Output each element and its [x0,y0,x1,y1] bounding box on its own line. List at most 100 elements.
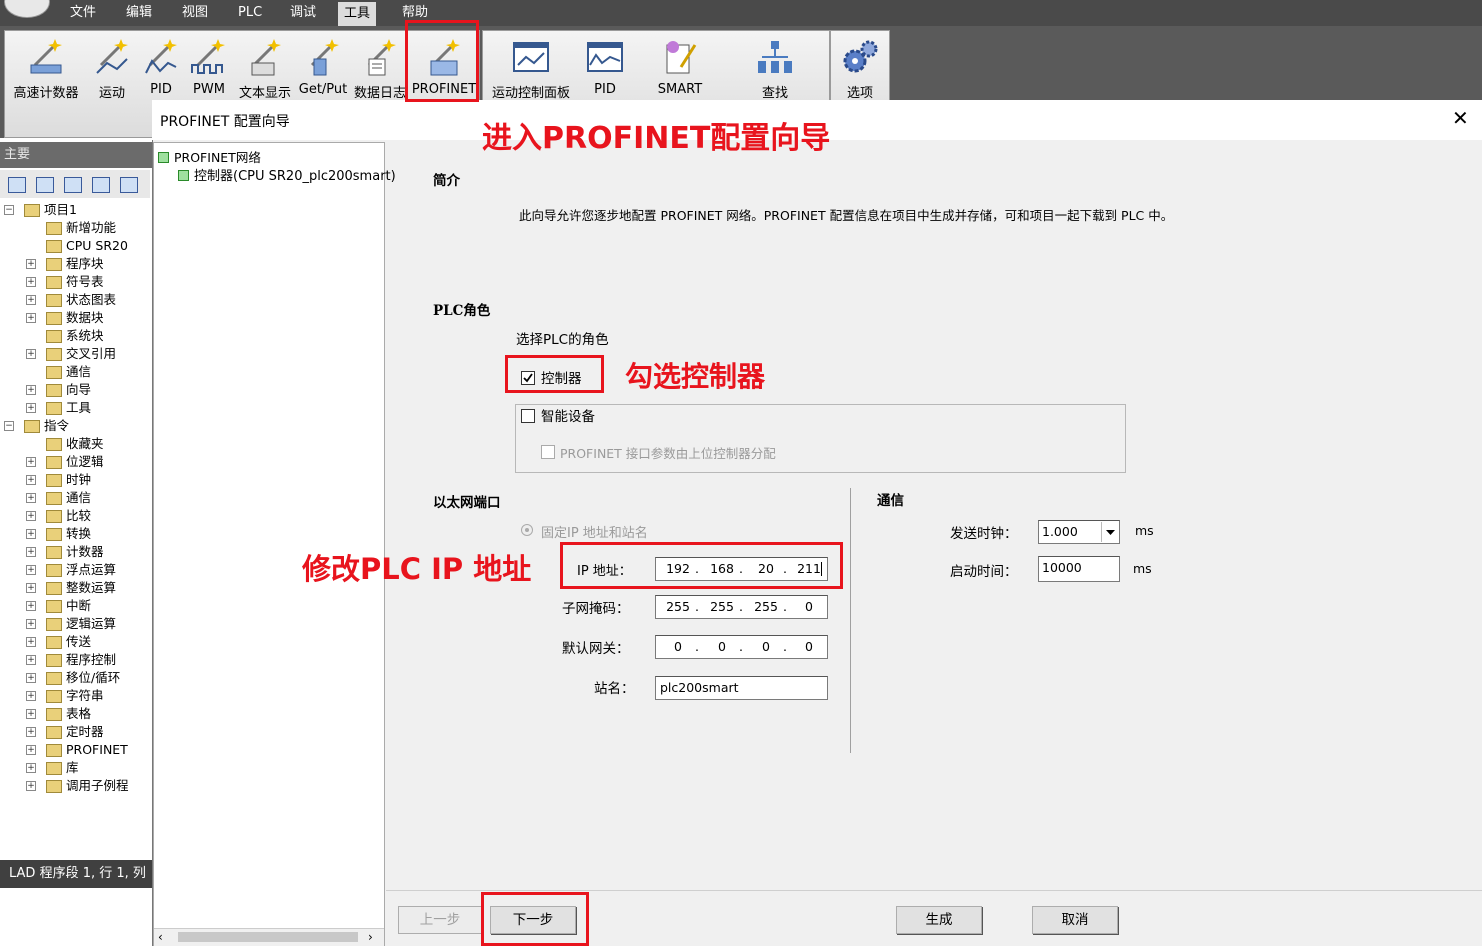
fixed-ip-radio[interactable] [521,524,533,536]
tree-item[interactable]: + 字符串 [0,687,150,705]
tree-item[interactable]: + 转换 [0,525,150,543]
tree-item[interactable]: + 位逻辑 [0,453,150,471]
smart-drive-button[interactable]: SMART [635,33,725,103]
smart-device-label[interactable]: 智能设备 [541,405,595,425]
expand-icon[interactable]: + [26,385,36,395]
view-icon[interactable] [8,177,26,193]
expand-icon[interactable]: + [26,673,36,683]
tree-item[interactable]: 系统块 [0,327,150,345]
expand-icon[interactable]: + [26,547,36,557]
tree-item[interactable]: + 中断 [0,597,150,615]
tree-item[interactable]: + 程序控制 [0,651,150,669]
tree-item[interactable]: + 工具 [0,399,150,417]
tree-item[interactable]: + 移位/循环 [0,669,150,687]
scroll-right-icon[interactable]: › [368,930,373,944]
expand-icon[interactable]: + [26,655,36,665]
tree-item[interactable]: + PROFINET [0,741,150,759]
tree-item[interactable]: + 交叉引用 [0,345,150,363]
smart-device-checkbox[interactable] [521,409,535,423]
tree-item[interactable]: + 通信 [0,489,150,507]
expand-icon[interactable]: + [26,475,36,485]
generate-button[interactable]: 生成 [896,906,982,934]
gateway-field[interactable]: 0. 0. 0. 0 [655,635,828,659]
expand-icon[interactable]: + [26,403,36,413]
collapse-icon[interactable]: − [4,205,14,215]
close-icon[interactable]: ✕ [1452,108,1469,128]
expand-icon[interactable]: + [26,493,36,503]
expand-icon[interactable]: + [26,457,36,467]
tree-item[interactable]: − 项目1 [0,201,150,219]
tree-item[interactable]: + 计数器 [0,543,150,561]
expand-icon[interactable]: + [26,637,36,647]
grid-icon[interactable] [92,177,110,193]
expand-icon[interactable]: + [26,781,36,791]
menu-plc[interactable]: PLC [232,3,268,23]
find-device-button[interactable]: 查找 [729,33,821,103]
startup-time-field[interactable]: 10000 [1038,556,1120,582]
pid-panel-button[interactable]: PID [579,33,631,103]
tree-item[interactable]: + 浮点运算 [0,561,150,579]
expand-icon[interactable]: + [26,259,36,269]
expand-icon[interactable]: + [26,601,36,611]
tree-item[interactable]: + 表格 [0,705,150,723]
menu-tools[interactable]: 工具 [338,2,377,26]
getput-wizard-button[interactable]: Get/Put [295,33,351,103]
tree-item[interactable]: + 整数运算 [0,579,150,597]
pid-wizard-button[interactable]: PID [139,33,183,103]
hsc-wizard-button[interactable]: 高速计数器 [7,33,85,103]
menu-view[interactable]: 视图 [176,3,214,23]
subnet-mask-field[interactable]: 255. 255. 255. 0 [655,595,828,619]
expand-icon[interactable]: + [26,709,36,719]
tree-item[interactable]: + 逻辑运算 [0,615,150,633]
pwm-wizard-button[interactable]: PWM [185,33,233,103]
tree-item[interactable]: + 库 [0,759,150,777]
expand-icon[interactable]: + [26,529,36,539]
nav-controller[interactable]: 控制器(CPU SR20_plc200smart) [178,165,396,184]
page-icon[interactable] [64,177,82,193]
tree-item[interactable]: + 比较 [0,507,150,525]
cancel-button[interactable]: 取消 [1032,906,1118,934]
data-log-wizard-button[interactable]: 数据日志 [351,33,409,103]
tree-item[interactable]: + 程序块 [0,255,150,273]
tree-item[interactable]: + 向导 [0,381,150,399]
expand-icon[interactable]: + [26,313,36,323]
expand-icon[interactable]: + [26,565,36,575]
tree-item[interactable]: CPU SR20 [0,237,150,255]
tree-item[interactable]: 新增功能 [0,219,150,237]
station-name-field[interactable]: plc200smart [655,676,828,700]
expand-icon[interactable]: + [26,763,36,773]
tree-item[interactable]: + 数据块 [0,309,150,327]
profinet-assign-checkbox[interactable] [541,445,555,459]
tree-item[interactable]: 收藏夹 [0,435,150,453]
tree-item[interactable]: + 调用子例程 [0,777,150,795]
menu-file[interactable]: 文件 [64,3,102,23]
expand-icon[interactable]: + [26,583,36,593]
menu-edit[interactable]: 编辑 [120,3,158,23]
send-clock-select[interactable]: 1.000 [1038,520,1120,544]
expand-icon[interactable]: + [26,727,36,737]
motion-wizard-button[interactable]: 运动 [87,33,137,103]
tree-item[interactable]: − 指令 [0,417,150,435]
chevron-down-icon[interactable] [1101,522,1119,542]
scroll-thumb[interactable] [178,932,358,942]
tree-item[interactable]: + 定时器 [0,723,150,741]
motion-panel-button[interactable]: 运动控制面板 [485,33,577,103]
chart-icon[interactable] [120,177,138,193]
tree-item[interactable]: + 时钟 [0,471,150,489]
expand-icon[interactable]: + [26,295,36,305]
expand-icon[interactable]: + [26,691,36,701]
horizontal-scrollbar[interactable]: ‹ › [154,928,384,946]
table-icon[interactable] [36,177,54,193]
expand-icon[interactable]: + [26,277,36,287]
tree-item[interactable]: + 状态图表 [0,291,150,309]
text-display-wizard-button[interactable]: 文本显示 [235,33,295,103]
scroll-left-icon[interactable]: ‹ [158,930,163,944]
expand-icon[interactable]: + [26,745,36,755]
tree-item[interactable]: 通信 [0,363,150,381]
tree-item[interactable]: + 符号表 [0,273,150,291]
expand-icon[interactable]: + [26,619,36,629]
expand-icon[interactable]: + [26,349,36,359]
nav-root[interactable]: PROFINET网络 [158,147,261,166]
expand-icon[interactable]: + [26,511,36,521]
prev-button[interactable]: 上一步 [398,906,482,934]
